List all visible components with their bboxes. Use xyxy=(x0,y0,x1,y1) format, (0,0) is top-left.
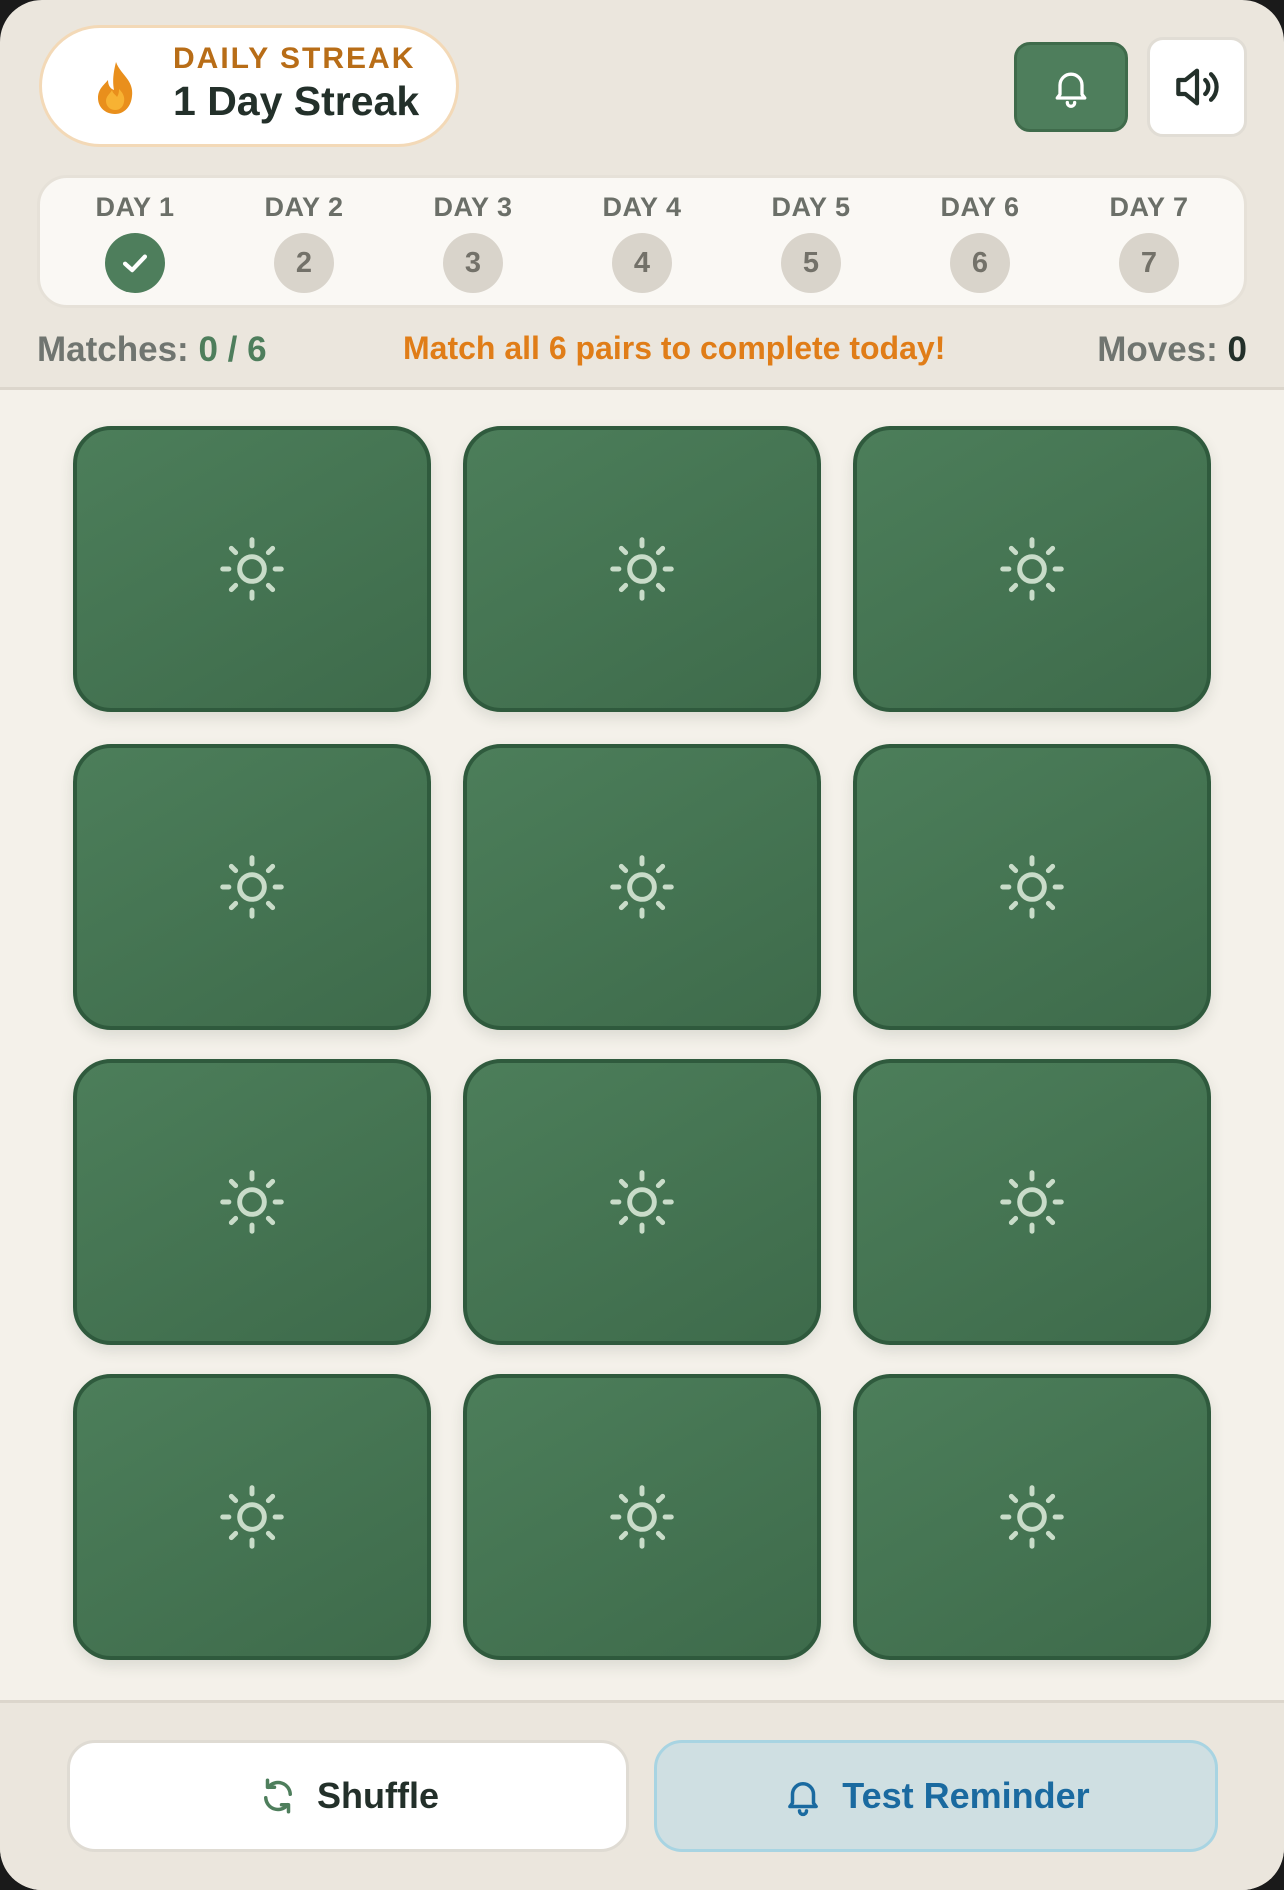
sun-icon xyxy=(610,855,674,919)
shuffle-button[interactable]: Shuffle xyxy=(67,1740,629,1852)
day-7: DAY 7 7 xyxy=(1079,192,1219,293)
memory-card[interactable] xyxy=(73,1374,431,1660)
day-2: DAY 2 2 xyxy=(234,192,374,293)
footer: Shuffle Test Reminder xyxy=(0,1703,1284,1890)
bell-icon xyxy=(788,1782,819,1817)
memory-card[interactable] xyxy=(73,744,431,1030)
sun-icon xyxy=(1000,537,1064,601)
sun-icon xyxy=(610,1485,674,1549)
reminder-label: Test Reminder xyxy=(842,1775,1090,1816)
memory-card[interactable] xyxy=(853,1374,1211,1660)
day-label: DAY 7 xyxy=(1109,192,1189,222)
notifications-button[interactable] xyxy=(1014,42,1128,132)
day-number-badge: 5 xyxy=(781,233,841,293)
check-icon xyxy=(122,254,148,273)
day-label: DAY 2 xyxy=(264,192,344,222)
memory-card[interactable] xyxy=(463,1059,821,1345)
sun-icon xyxy=(220,1485,284,1549)
memory-card[interactable] xyxy=(853,426,1211,712)
day-label: DAY 1 xyxy=(95,192,175,222)
day-label: DAY 5 xyxy=(771,192,851,222)
day-completed-badge xyxy=(105,233,165,293)
day-tracker: DAY 1 DAY 2 2 DAY 3 3 DAY 4 4 DAY 5 5 DAY 6 6 DAY 7… xyxy=(37,175,1247,308)
memory-card[interactable] xyxy=(853,1059,1211,1345)
day-number-badge: 4 xyxy=(612,233,672,293)
sun-icon xyxy=(220,1170,284,1234)
sun-icon xyxy=(610,537,674,601)
day-1: DAY 1 xyxy=(65,192,205,293)
memory-card[interactable] xyxy=(853,744,1211,1030)
sun-icon xyxy=(1000,1485,1064,1549)
day-5: DAY 5 5 xyxy=(741,192,881,293)
day-label: DAY 3 xyxy=(433,192,513,222)
moves-value: 0 xyxy=(1227,330,1247,369)
matches-value: 0 / 6 xyxy=(198,330,267,369)
day-number-badge: 6 xyxy=(950,233,1010,293)
objective-hint: Match all 6 pairs to complete today! xyxy=(403,330,946,366)
day-6: DAY 6 6 xyxy=(910,192,1050,293)
memory-card[interactable] xyxy=(463,744,821,1030)
memory-card[interactable] xyxy=(463,1374,821,1660)
streak-kicker: DAILY STREAK xyxy=(173,42,416,75)
sound-toggle-button[interactable] xyxy=(1147,37,1247,137)
speaker-icon xyxy=(1176,68,1219,106)
day-label: DAY 4 xyxy=(602,192,682,222)
sun-icon xyxy=(220,537,284,601)
matches-counter: Matches: 0 / 6 xyxy=(37,330,267,370)
sun-icon xyxy=(1000,1170,1064,1234)
bell-icon xyxy=(1055,72,1087,108)
day-4: DAY 4 4 xyxy=(572,192,712,293)
memory-card[interactable] xyxy=(73,426,431,712)
card-grid xyxy=(0,390,1284,1700)
flame-icon xyxy=(98,62,133,114)
streak-title: 1 Day Streak xyxy=(173,78,420,124)
memory-card[interactable] xyxy=(463,426,821,712)
header: DAILY STREAK 1 Day Streak xyxy=(0,0,1284,170)
day-number-badge: 2 xyxy=(274,233,334,293)
moves-counter: Moves: 0 xyxy=(1097,330,1247,370)
day-3: DAY 3 3 xyxy=(403,192,543,293)
test-reminder-button[interactable]: Test Reminder xyxy=(654,1740,1218,1852)
matches-label: Matches: xyxy=(37,330,189,369)
shuffle-label: Shuffle xyxy=(317,1775,439,1816)
day-label: DAY 6 xyxy=(940,192,1020,222)
memory-card[interactable] xyxy=(73,1059,431,1345)
streak-badge: DAILY STREAK 1 Day Streak xyxy=(39,25,459,147)
moves-label: Moves: xyxy=(1097,330,1218,369)
sun-icon xyxy=(1000,855,1064,919)
sun-icon xyxy=(610,1170,674,1234)
app-window: DAILY STREAK 1 Day Streak DAY 1 DAY 2 2 DAY… xyxy=(0,0,1284,1890)
sun-icon xyxy=(220,855,284,919)
day-number-badge: 3 xyxy=(443,233,503,293)
status-bar: Matches: 0 / 6 Match all 6 pairs to comp… xyxy=(0,318,1284,388)
refresh-icon xyxy=(264,1778,292,1814)
day-number-badge: 7 xyxy=(1119,233,1179,293)
